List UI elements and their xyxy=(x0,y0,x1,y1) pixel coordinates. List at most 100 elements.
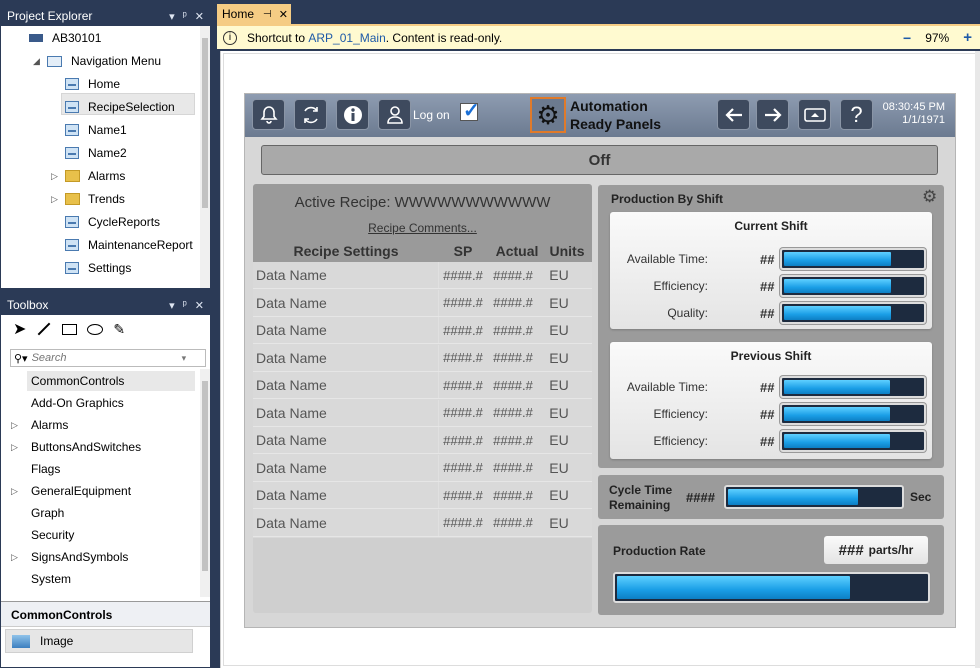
previous-available-time-bar xyxy=(780,376,926,398)
tree-item-trends[interactable]: ▷ Trends xyxy=(51,189,125,209)
table-row[interactable]: Data Name ####.# ####.# EU xyxy=(253,262,592,289)
close-icon[interactable]: ✕ xyxy=(195,10,204,23)
tree-item-navigation-menu[interactable]: ◢ Navigation Menu xyxy=(33,51,161,71)
expand-icon[interactable]: ▷ xyxy=(11,552,21,563)
tree-item-recipeselection[interactable]: RecipeSelection xyxy=(65,97,175,117)
table-row[interactable]: Data Name ####.# ####.# EU xyxy=(253,344,592,372)
toolbox-item-image[interactable]: Image xyxy=(5,629,193,653)
row-sp: ####.# xyxy=(443,350,483,365)
toolbox-item[interactable]: Flags xyxy=(31,458,196,480)
tree-item-cyclereports[interactable]: CycleReports xyxy=(65,212,160,232)
table-row[interactable]: Data Name ####.# ####.# EU xyxy=(253,289,592,317)
table-row[interactable]: Data Name ####.# ####.# EU xyxy=(253,317,592,344)
close-tab-icon[interactable]: ✕ xyxy=(279,8,288,21)
dropdown-icon[interactable]: ▾ xyxy=(169,10,175,23)
help-button[interactable]: ? xyxy=(840,99,873,130)
zoom-in-button[interactable]: + xyxy=(963,29,972,46)
toolbox-item[interactable]: Add-On Graphics xyxy=(31,392,196,414)
toolbox-item[interactable]: ▷ ButtonsAndSwitches xyxy=(11,436,196,458)
expand-icon[interactable]: ▷ xyxy=(51,171,61,182)
info-button[interactable] xyxy=(336,99,369,130)
tree-item-settings[interactable]: Settings xyxy=(65,258,131,278)
pointer-tool-icon[interactable]: ➤ xyxy=(13,319,26,339)
rectangle-tool-icon[interactable] xyxy=(62,323,78,335)
shortcut-link[interactable]: ARP_01_Main xyxy=(308,31,385,45)
tree-item-maintenancereport[interactable]: MaintenanceReport xyxy=(65,235,193,255)
toolbox-item[interactable]: System xyxy=(31,568,196,590)
time-display: 08:30:45 PM xyxy=(882,101,945,113)
bar-fill xyxy=(784,407,890,421)
table-row[interactable]: Data Name ####.# ####.# EU xyxy=(253,427,592,454)
table-row[interactable]: Data Name ####.# ####.# EU xyxy=(253,372,592,399)
recipe-comments-link[interactable]: Recipe Comments... xyxy=(253,221,592,235)
row-actual: ####.# xyxy=(493,515,533,530)
tree-item-label: Home xyxy=(88,77,121,91)
toolbox-item[interactable]: ▷ GeneralEquipment xyxy=(11,480,196,502)
section-title: CommonControls xyxy=(11,608,113,622)
refresh-button[interactable] xyxy=(294,99,327,130)
search-input[interactable] xyxy=(31,352,182,364)
search-dropdown-icon[interactable]: ▾ xyxy=(182,353,187,364)
ellipse-tool-icon[interactable] xyxy=(87,323,104,335)
tree-item-name1[interactable]: Name1 xyxy=(65,120,127,140)
toolbox-item[interactable]: ▷ SignsAndSymbols xyxy=(11,546,196,568)
table-row[interactable]: Data Name ####.# ####.# EU xyxy=(253,509,592,537)
info-text-suffix: . Content is read-only. xyxy=(385,30,503,45)
toolbox-search[interactable]: ⚲▾ ▾ xyxy=(10,349,206,367)
toolbox-item[interactable]: CommonControls xyxy=(31,370,196,392)
row-sp: ####.# xyxy=(443,295,483,310)
pin-icon[interactable]: ᵖ xyxy=(183,299,187,311)
scrollbar-thumb[interactable] xyxy=(202,381,208,571)
table-row[interactable]: Data Name ####.# ####.# EU xyxy=(253,399,592,427)
zoom-out-button[interactable]: − xyxy=(903,30,911,46)
toolbox-item[interactable]: ▷ Alarms xyxy=(11,414,196,436)
line-tool-icon[interactable] xyxy=(38,322,51,336)
table-row[interactable]: Data Name ####.# ####.# EU xyxy=(253,482,592,509)
project-explorer-scrollbar[interactable] xyxy=(200,26,210,288)
row-actual: ####.# xyxy=(493,350,533,365)
screen-icon xyxy=(65,124,79,136)
tree-item-alarms[interactable]: ▷ Alarms xyxy=(51,166,125,186)
expand-icon[interactable]: ◢ xyxy=(33,56,43,67)
back-button[interactable] xyxy=(717,99,750,130)
toolbox-item[interactable]: Security xyxy=(31,524,196,546)
cycle-time-label-line2: Remaining xyxy=(609,498,671,512)
toolbox-item-label: CommonControls xyxy=(31,374,125,388)
row-units: EU xyxy=(549,294,569,311)
pin-icon[interactable]: ᵖ xyxy=(183,10,187,22)
tree-item-label: AB30101 xyxy=(52,31,102,45)
expand-icon[interactable]: ▷ xyxy=(51,194,61,205)
toolbox-panel: Toolbox ▾ ᵖ ✕ ➤ ✎ ⚲▾ ▾ CommonControls Ad… xyxy=(0,294,211,668)
screen-button[interactable] xyxy=(798,99,831,130)
expand-icon[interactable]: ▷ xyxy=(11,486,21,497)
previous-efficiency-row: Efficiency: ## xyxy=(610,403,932,425)
date-display: 1/1/1971 xyxy=(902,114,945,126)
toolbox-section-header[interactable]: CommonControls xyxy=(1,601,210,627)
toolbox-item-label: GeneralEquipment xyxy=(31,484,132,498)
toolbox-scrollbar[interactable] xyxy=(200,369,210,597)
close-icon[interactable]: ✕ xyxy=(195,299,204,312)
tree-item-device[interactable]: AB30101 xyxy=(29,28,101,48)
logon-label[interactable]: Log on xyxy=(413,108,450,122)
toolbox-item[interactable]: Graph xyxy=(31,502,196,524)
expand-icon[interactable]: ▷ xyxy=(11,420,21,431)
tree-item-home[interactable]: Home xyxy=(65,74,120,94)
expand-icon[interactable]: ▷ xyxy=(11,442,21,453)
forward-button[interactable] xyxy=(756,99,789,130)
pin-icon[interactable]: ⊣ xyxy=(263,9,272,20)
logon-checkbox[interactable]: ✓ xyxy=(460,100,480,122)
tree-item-name2[interactable]: Name2 xyxy=(65,143,127,163)
gears-icon: ⚙ xyxy=(536,99,560,130)
col-actual: Actual xyxy=(495,242,539,259)
table-row[interactable]: Data Name ####.# ####.# EU xyxy=(253,454,592,482)
pen-tool-icon[interactable]: ✎ xyxy=(113,321,125,338)
toolbox-item-label: SignsAndSymbols xyxy=(31,550,129,564)
gear-settings-icon[interactable]: ⚙ xyxy=(922,187,937,207)
user-button[interactable] xyxy=(378,99,411,130)
dropdown-icon[interactable]: ▾ xyxy=(169,299,175,312)
scrollbar-thumb[interactable] xyxy=(202,38,208,208)
row-sp: ####.# xyxy=(443,322,483,338)
screen-icon xyxy=(65,78,79,90)
document-tab[interactable]: Home ⊣ ✕ xyxy=(217,4,291,24)
alarm-bell-button[interactable] xyxy=(252,99,285,130)
